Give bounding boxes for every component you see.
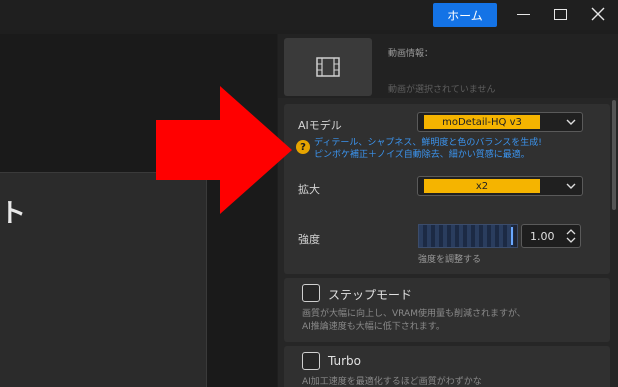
- scale-label: 拡大: [298, 183, 320, 196]
- video-thumbnail[interactable]: [284, 38, 372, 96]
- maximize-icon: [554, 9, 567, 20]
- turbo-description: AI加工速度を最適化するほど画質がわずかな: [302, 377, 482, 387]
- step-mode-card: ステップモード 画質が大幅に向上し、VRAM使用量も削減されますが、 AI推論速…: [284, 278, 610, 342]
- film-icon: [316, 57, 340, 77]
- step-mode-description: 画質が大幅に向上し、VRAM使用量も削減されますが、 AI推論速度も大幅に低下さ…: [302, 308, 592, 334]
- hint-line-1: ディテール、シャプネス、鮮明度と色のバランスを生成!: [314, 138, 542, 148]
- turbo-checkbox[interactable]: [302, 352, 320, 370]
- slider-thumb[interactable]: [511, 227, 514, 245]
- left-partial-text: ト: [0, 199, 27, 229]
- video-info-placeholder: 動画が選択されていません: [388, 85, 496, 95]
- strength-label: 強度: [298, 233, 320, 246]
- video-info: 動画情報： 動画が選択されていません: [278, 34, 618, 98]
- turbo-card: Turbo AI加工速度を最適化するほど画質がわずかな: [284, 346, 610, 387]
- ai-settings-card: AIモデル moDetail-HQ v3 ? ディテール、シャプネス、鮮明度と色…: [284, 104, 610, 274]
- ai-model-dropdown[interactable]: moDetail-HQ v3: [417, 112, 583, 132]
- chevron-down-icon: [566, 119, 576, 125]
- settings-scrollbar[interactable]: [612, 100, 616, 210]
- minimize-icon: [517, 14, 530, 15]
- chevron-down-icon: [566, 183, 576, 189]
- minimize-button[interactable]: [510, 4, 536, 26]
- step-mode-desc-line-2: AI推論速度も大幅に低下されます。: [302, 322, 445, 332]
- strength-value: 1.00: [530, 230, 555, 243]
- stepper-icon[interactable]: [566, 227, 576, 245]
- strength-input[interactable]: 1.00: [521, 224, 581, 248]
- ai-model-value: moDetail-HQ v3: [424, 115, 540, 129]
- video-info-label: 動画情報：: [388, 49, 434, 59]
- title-bar: ホーム: [0, 0, 618, 30]
- maximize-button[interactable]: [547, 4, 573, 26]
- red-arrow-icon: [156, 86, 292, 214]
- ai-model-label: AIモデル: [298, 119, 342, 132]
- ai-model-hint: ディテール、シャプネス、鮮明度と色のバランスを生成! ピンボケ補正＋ノイズ自動除…: [314, 137, 604, 161]
- strength-slider[interactable]: [418, 224, 518, 248]
- hint-line-2: ピンボケ補正＋ノイズ自動除去、細かい質感に最適。: [314, 150, 530, 160]
- step-mode-desc-line-1: 画質が大幅に向上し、VRAM使用量も削減されますが、: [302, 309, 526, 319]
- settings-panel: 動画情報： 動画が選択されていません AIモデル moDetail-HQ v3 …: [278, 34, 618, 387]
- turbo-label: Turbo: [328, 354, 362, 368]
- help-icon[interactable]: ?: [296, 140, 310, 154]
- step-mode-checkbox[interactable]: [302, 284, 320, 302]
- step-mode-label: ステップモード: [328, 288, 413, 302]
- close-button[interactable]: [585, 4, 611, 26]
- close-icon: [591, 7, 605, 21]
- strength-caption: 強度を調整する: [418, 255, 482, 265]
- scale-value: x2: [424, 179, 540, 193]
- scale-dropdown[interactable]: x2: [417, 176, 583, 196]
- slider-fill: [419, 225, 515, 247]
- home-button[interactable]: ホーム: [433, 3, 497, 27]
